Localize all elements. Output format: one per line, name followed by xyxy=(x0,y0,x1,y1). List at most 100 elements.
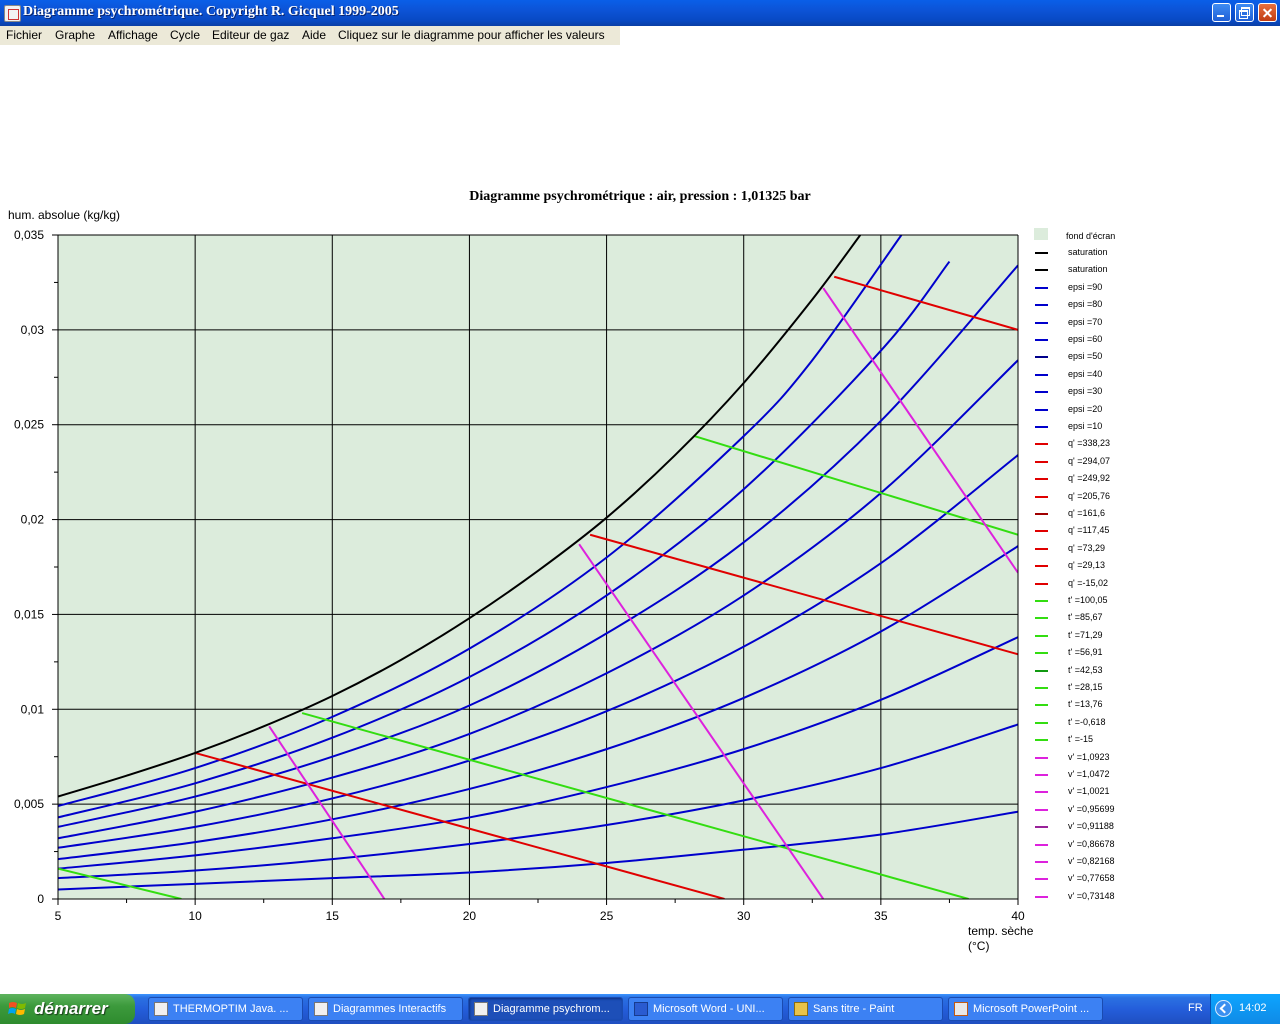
legend-item-t-42-53: t' =42,53 xyxy=(1034,663,1234,680)
legend-label: t' =42,53 xyxy=(1068,664,1103,675)
start-button[interactable]: démarrer xyxy=(0,994,135,1024)
curve-epsi-40 xyxy=(58,545,1018,861)
legend-label: t' =71,29 xyxy=(1068,629,1103,640)
legend-item-t-0-618: t' =-0,618 xyxy=(1034,715,1234,732)
volume-line-v-0-91188 xyxy=(822,287,1018,574)
legend-item-epsi-10: epsi =10 xyxy=(1034,419,1234,436)
legend-item-q-161-6: q' =161,6 xyxy=(1034,506,1234,523)
legend-label: epsi =30 xyxy=(1068,386,1103,397)
plot-background[interactable] xyxy=(58,235,1018,899)
legend-label: q' =205,76 xyxy=(1068,490,1111,501)
menu-fichier[interactable]: Fichier xyxy=(6,28,42,42)
volume-line-v-0-77658 xyxy=(268,725,386,899)
task-diagramme-psychrometrique[interactable]: Diagramme psychrom... xyxy=(468,997,623,1021)
x-axis-unit: (°C) xyxy=(968,939,990,953)
x-tick-label: 25 xyxy=(600,909,614,923)
legend-label: q' =29,13 xyxy=(1068,560,1106,571)
wet-bulb-line-t-13-76 xyxy=(301,712,969,899)
legend-swatch xyxy=(1035,634,1048,637)
menu-aide[interactable]: Aide xyxy=(302,28,326,42)
legend-item-v-0-86678: v' =0,86678 xyxy=(1034,837,1234,854)
curve-epsi-80 xyxy=(58,260,951,819)
show-hidden-icons-icon[interactable] xyxy=(1215,1000,1232,1017)
y-tick-label: 0,035 xyxy=(14,228,44,242)
title-bar[interactable]: Diagramme psychrométrique. Copyright R. … xyxy=(0,0,1280,26)
legend-swatch xyxy=(1035,391,1048,394)
legend-label: saturation xyxy=(1068,264,1108,275)
menu-cycle[interactable]: Cycle xyxy=(170,28,200,42)
legend-label: v' =0,95699 xyxy=(1068,803,1115,814)
task-microsoft-word[interactable]: Microsoft Word - UNI... xyxy=(628,997,783,1021)
clock[interactable]: 14:02 xyxy=(1239,1002,1267,1014)
x-tick-label: 30 xyxy=(737,909,751,923)
task-label: Microsoft Word - UNI... xyxy=(653,1003,765,1015)
powerpoint-icon xyxy=(954,1002,968,1016)
task-paint[interactable]: Sans titre - Paint xyxy=(788,997,943,1021)
menu-bar: Fichier Graphe Affichage Cycle Editeur d… xyxy=(0,26,620,45)
menu-affichage[interactable]: Affichage xyxy=(108,28,158,42)
legend-label: t' =-15 xyxy=(1068,734,1093,745)
legend-swatch xyxy=(1035,617,1048,620)
task-powerpoint[interactable]: Microsoft PowerPoint ... xyxy=(948,997,1103,1021)
legend-item-v-0-77658: v' =0,77658 xyxy=(1034,871,1234,888)
legend-swatch xyxy=(1035,443,1048,446)
legend-item-q-73-29: q' =73,29 xyxy=(1034,541,1234,558)
restore-button[interactable] xyxy=(1235,3,1254,22)
word-icon xyxy=(634,1002,648,1016)
enthalpy-line-q-338-23 xyxy=(833,275,1018,331)
legend-swatch xyxy=(1035,356,1048,359)
java-app-icon xyxy=(474,1002,488,1016)
y-tick-label: 0,03 xyxy=(21,323,45,337)
legend-swatch xyxy=(1035,582,1048,585)
legend-swatch xyxy=(1035,895,1048,898)
legend-swatch xyxy=(1035,339,1048,341)
legend-item-t-100-05: t' =100,05 xyxy=(1034,593,1234,610)
y-tick-label: 0,025 xyxy=(14,418,44,432)
java-app-icon xyxy=(314,1002,328,1016)
y-tick-label: 0,015 xyxy=(14,607,44,621)
menu-afficher-valeurs[interactable]: Cliquez sur le diagramme pour afficher l… xyxy=(338,28,605,42)
x-tick-label: 5 xyxy=(55,909,62,923)
language-indicator[interactable]: FR xyxy=(1188,1002,1203,1014)
volume-line-v-0-82168 xyxy=(578,543,825,899)
menu-graphe[interactable]: Graphe xyxy=(55,28,95,42)
legend-swatch xyxy=(1035,756,1048,759)
legend-swatch xyxy=(1035,808,1048,811)
close-button[interactable] xyxy=(1258,3,1277,22)
legend-swatch xyxy=(1035,739,1048,742)
task-thermoptim[interactable]: THERMOPTIM Java. ... xyxy=(148,997,303,1021)
legend-label: q' =-15,02 xyxy=(1068,577,1108,588)
legend-swatch xyxy=(1035,530,1048,533)
legend-item-q-338-23: q' =338,23 xyxy=(1034,436,1234,453)
legend-label: v' =1,0923 xyxy=(1068,751,1110,762)
legend-swatch xyxy=(1035,843,1048,846)
legend-background-label: fond d'écran xyxy=(1066,231,1116,241)
legend-label: epsi =60 xyxy=(1068,334,1103,344)
legend-item-v-0-82168: v' =0,82168 xyxy=(1034,854,1234,871)
task-diagrammes-interactifs[interactable]: Diagrammes Interactifs xyxy=(308,997,463,1021)
paint-icon xyxy=(794,1002,808,1016)
chart-title: Diagramme psychrométrique : air, pressio… xyxy=(469,189,811,204)
wet-bulb-line-t-42-53 xyxy=(694,435,1018,536)
legend-item-v-0-95699: v' =0,95699 xyxy=(1034,802,1234,819)
legend-item-q-15-02: q' =-15,02 xyxy=(1034,576,1234,593)
curve-epsi-20 xyxy=(58,723,1018,880)
curve-epsi-50 xyxy=(58,454,1018,849)
legend-item-q-249-92: q' =249,92 xyxy=(1034,471,1234,488)
legend-swatch xyxy=(1035,286,1048,289)
legend-label: q' =161,6 xyxy=(1068,508,1106,518)
x-tick-label: 35 xyxy=(874,909,888,923)
legend-label: v' =0,86678 xyxy=(1068,838,1115,849)
menu-editeur-de-gaz[interactable]: Editeur de gaz xyxy=(212,28,289,42)
legend-item-q-205-76: q' =205,76 xyxy=(1034,489,1234,506)
system-tray: 14:02 xyxy=(1210,994,1280,1024)
legend-item-v-1-0021: v' =1,0021 xyxy=(1034,784,1234,801)
legend-item-epsi-20: epsi =20 xyxy=(1034,402,1234,419)
legend-item-saturation: saturation xyxy=(1034,245,1234,262)
app-icon[interactable] xyxy=(4,5,21,22)
legend-item-t-56-91: t' =56,91 xyxy=(1034,645,1234,662)
window-title: Diagramme psychrométrique. Copyright R. … xyxy=(23,4,399,19)
minimize-button[interactable] xyxy=(1212,3,1231,22)
x-tick-label: 15 xyxy=(326,909,340,923)
legend-swatch xyxy=(1035,565,1048,568)
